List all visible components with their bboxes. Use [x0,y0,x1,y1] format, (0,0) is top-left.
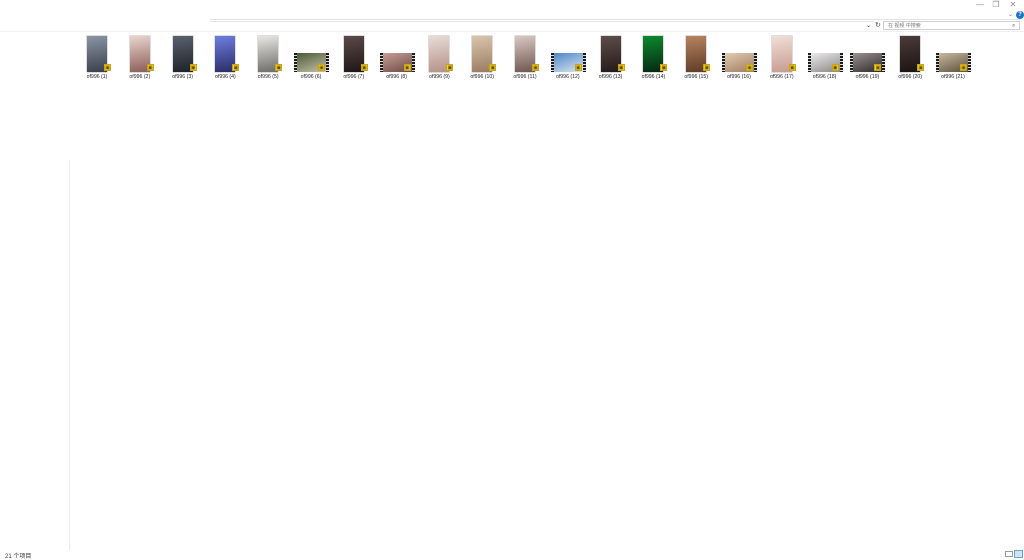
details-view-button[interactable] [1005,551,1013,557]
sync-status-icon: ▣ [189,64,197,71]
file-thumbnail-area: ▣ [718,36,760,73]
file-thumbnail-area: ▣ [162,36,204,73]
file-item[interactable]: ▣ of996 (17) [761,36,803,82]
file-thumbnail-area: ▣ [204,36,246,73]
ribbon-divider [210,19,1020,20]
file-item[interactable]: ▣ of996 (18) [804,36,846,82]
search-icon: ⌕ [1012,23,1016,29]
file-item[interactable]: ▣ of996 (3) [162,36,204,82]
file-thumbnail-area: ▣ [632,36,674,73]
minimize-button[interactable]: — [973,0,987,9]
large-icons-view-button[interactable] [1014,550,1023,558]
chevron-down-icon: ⌄ [866,23,872,29]
file-thumbnail-area: ▣ [590,36,632,73]
sync-status-icon: ▣ [446,64,454,71]
file-thumbnail-area: ▣ [932,36,974,73]
sync-status-icon: ▣ [917,64,925,71]
file-thumbnail-area: ▣ [418,36,460,73]
sync-status-icon: ▣ [960,64,967,71]
file-thumbnail-area: ▣ [675,36,717,73]
file-thumbnail-area: ▣ [333,36,375,73]
file-item[interactable]: ▣ of996 (7) [333,36,375,82]
film-strip-icon [326,53,329,72]
file-item[interactable]: ▣ of996 (6) [290,36,332,82]
file-item[interactable]: ▣ of996 (1) [76,36,118,82]
navigation-pane-divider[interactable] [69,160,70,550]
search-button[interactable]: ⌕ [1012,21,1015,31]
file-item[interactable]: ▣ of996 (11) [504,36,546,82]
file-item[interactable]: ▣ of996 (15) [675,36,717,82]
chevron-down-icon: ⌄ [1008,12,1014,18]
sync-status-icon: ▣ [874,64,882,71]
search-input[interactable]: 在 视频 中搜索 [883,21,1020,30]
file-item[interactable]: ▣ of996 (2) [119,36,161,82]
file-item[interactable]: ▣ of996 (10) [461,36,503,82]
file-thumbnail-area: ▣ [504,36,546,73]
sync-status-icon: ▣ [831,64,839,71]
sync-status-icon: ▣ [574,64,582,71]
file-thumbnail-area: ▣ [76,36,118,73]
close-button[interactable]: ✕ [1006,0,1020,9]
sync-status-icon: ▣ [403,64,411,71]
sync-status-icon: ▣ [318,64,325,71]
sync-status-icon: ▣ [788,64,796,71]
status-item-count: 21 个项目 [5,554,32,560]
file-item[interactable]: ▣ of996 (13) [590,36,632,82]
film-strip-icon [582,53,586,72]
file-thumbnail-area: ▣ [846,36,888,73]
film-strip-icon [839,53,843,72]
file-thumbnail-area: ▣ [461,36,503,73]
toolbar-divider [0,31,1024,32]
file-name: of996 (21) [941,74,965,80]
sync-status-icon: ▣ [532,64,539,71]
film-strip-icon [411,53,415,72]
file-item[interactable]: ▣ of996 (21) [932,36,974,82]
film-strip-icon [882,53,886,72]
sync-status-icon: ▣ [617,64,625,71]
film-strip-icon [968,53,971,72]
file-item[interactable]: ▣ of996 (12) [547,36,589,82]
file-thumbnail-area: ▣ [761,36,803,73]
refresh-icon: ↻ [875,22,881,29]
file-item[interactable]: ▣ of996 (16) [718,36,760,82]
film-strip-icon [754,53,757,72]
minimize-icon: — [976,0,984,9]
file-thumbnail-area: ▣ [547,36,589,73]
file-item[interactable]: ▣ of996 (5) [247,36,289,82]
file-item[interactable]: ▣ of996 (14) [632,36,674,82]
sync-status-icon: ▣ [703,64,711,71]
restore-button[interactable]: ❐ [989,0,1003,9]
sync-status-icon: ▣ [360,64,368,71]
help-icon: ? [1018,12,1022,18]
sync-status-icon: ▣ [275,64,283,71]
file-thumbnail-area: ▣ [119,36,161,73]
file-thumbnail-area: ▣ [804,36,846,73]
file-item[interactable]: ▣ of996 (8) [376,36,418,82]
sync-status-icon: ▣ [146,64,154,71]
help-button[interactable]: ? [1016,11,1024,19]
file-item[interactable]: ▣ of996 (19) [846,36,888,82]
sync-status-icon: ▣ [489,64,497,71]
file-item[interactable]: ▣ of996 (20) [889,36,931,82]
sync-status-icon: ▣ [660,64,668,71]
sync-status-icon: ▣ [104,64,111,71]
file-item[interactable]: ▣ of996 (4) [204,36,246,82]
address-history-button[interactable]: ⌄ [866,21,871,31]
file-thumbnail-area: ▣ [889,36,931,73]
ribbon-collapse-button[interactable]: ⌄ [1008,11,1013,19]
file-thumbnail-area: ▣ [247,36,289,73]
refresh-button[interactable]: ↻ [875,21,881,31]
search-placeholder: 在 视频 中搜索 [888,23,921,29]
sync-status-icon: ▣ [746,64,753,71]
file-thumbnail-area: ▣ [376,36,418,73]
file-thumbnail-area: ▣ [290,36,332,73]
file-item[interactable]: ▣ of996 (9) [418,36,460,82]
sync-status-icon: ▣ [232,64,240,71]
close-icon: ✕ [1009,0,1017,9]
restore-icon: ❐ [992,0,1000,9]
